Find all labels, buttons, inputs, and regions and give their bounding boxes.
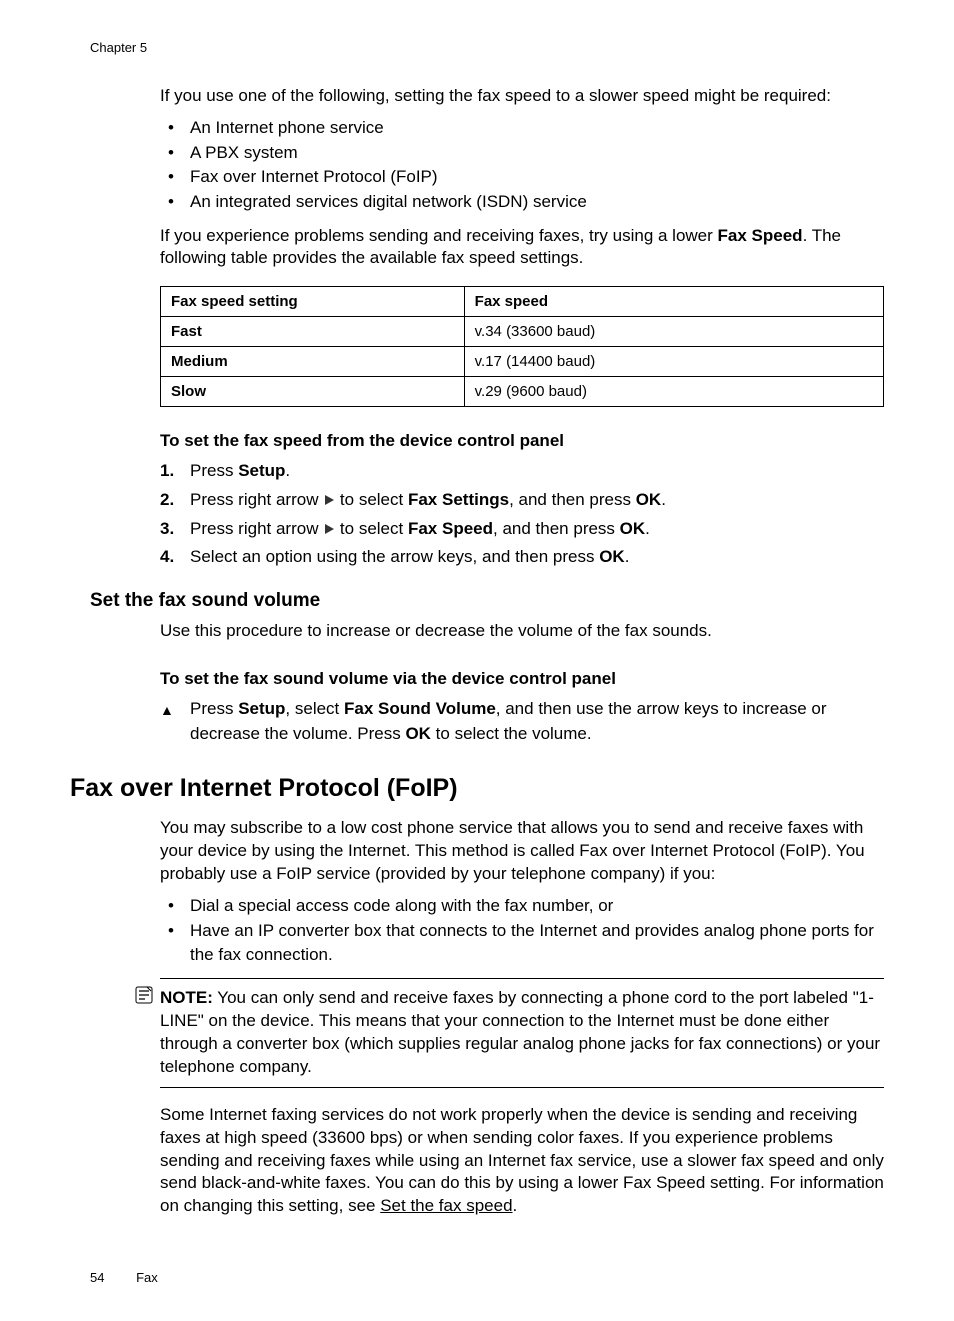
list-item: A PBX system [160,141,884,166]
note-label: NOTE: [160,988,213,1007]
link-set-fax-speed[interactable]: Set the fax speed [380,1196,512,1215]
step-list-2: ▲ Press Setup, select Fax Sound Volume, … [160,697,884,746]
table-row: Slow v.29 (9600 baud) [161,377,884,407]
list-item: Fax over Internet Protocol (FoIP) [160,165,884,190]
page: Chapter 5 If you use one of the followin… [0,0,954,1321]
table-cell: v.29 (9600 baud) [464,377,883,407]
list-item: Dial a special access code along with th… [160,894,884,919]
text: . [645,519,650,538]
text: . [661,490,666,509]
text: . [625,547,630,566]
text: , and then press [493,519,620,538]
step-item: 2. Press right arrow to select Fax Setti… [160,488,884,513]
page-footer: 54 Fax [90,1270,158,1285]
text: Select an option using the arrow keys, a… [190,547,599,566]
table-cell: v.34 (33600 baud) [464,317,883,347]
heading-foip: Fax over Internet Protocol (FoIP) [70,774,884,803]
bold-text: OK [636,490,662,509]
table-cell: Medium [161,347,465,377]
bold-text: OK [620,519,646,538]
bold-text: Fax Speed [718,226,803,245]
list-item: Have an IP converter box that connects t… [160,919,884,968]
bold-text: Fax Speed [408,519,493,538]
text: to select [335,490,408,509]
bold-text: Fax Sound Volume [344,699,496,718]
step-item: 1. Press Setup. [160,459,884,484]
step-item: 4. Select an option using the arrow keys… [160,545,884,570]
text: to select [335,519,408,538]
step-item: ▲ Press Setup, select Fax Sound Volume, … [160,697,884,746]
list-item: An Internet phone service [160,116,884,141]
text: Press [190,699,238,718]
bold-text: Fax Settings [408,490,509,509]
intro-paragraph: If you use one of the following, setting… [160,85,884,108]
bold-text: OK [405,724,431,743]
bold-text: Setup [238,699,285,718]
text: , and then press [509,490,636,509]
heading-sound-volume: Set the fax sound volume [90,590,884,612]
bold-text: OK [599,547,625,566]
step-list-1: 1. Press Setup. 2. Press right arrow to … [160,459,884,570]
triangle-bullet-icon: ▲ [160,700,174,720]
table-cell: Slow [161,377,465,407]
foip-paragraph-1: You may subscribe to a low cost phone se… [160,817,884,886]
sound-intro: Use this procedure to increase or decrea… [160,620,884,643]
text: If you experience problems sending and r… [160,226,718,245]
foip-paragraph-2: Some Internet faxing services do not wor… [160,1104,884,1219]
bullet-list-1: An Internet phone service A PBX system F… [160,116,884,215]
step-number: 3. [160,517,174,542]
chapter-header: Chapter 5 [90,40,884,55]
paragraph-2: If you experience problems sending and r… [160,225,884,271]
note-icon [134,985,154,1010]
text: Press right arrow [190,490,323,509]
text: Some Internet faxing services do not wor… [160,1105,884,1216]
step-item: 3. Press right arrow to select Fax Speed… [160,517,884,542]
table-row: Medium v.17 (14400 baud) [161,347,884,377]
content-area: If you use one of the following, setting… [160,85,884,1218]
text: to select the volume. [431,724,592,743]
note-text: NOTE: You can only send and receive faxe… [160,987,884,1079]
text: , select [285,699,344,718]
text: . [513,1196,518,1215]
text: Press right arrow [190,519,323,538]
bold-text: Setup [238,461,285,480]
procedure-title-1: To set the fax speed from the device con… [160,431,884,451]
table-cell: Fast [161,317,465,347]
section-name: Fax [136,1270,158,1285]
list-item: An integrated services digital network (… [160,190,884,215]
fax-speed-table: Fax speed setting Fax speed Fast v.34 (3… [160,286,884,407]
table-row: Fast v.34 (33600 baud) [161,317,884,347]
page-number: 54 [90,1270,104,1285]
note-box: NOTE: You can only send and receive faxe… [160,978,884,1088]
text: Press [190,461,238,480]
foip-bullet-list: Dial a special access code along with th… [160,894,884,968]
step-number: 1. [160,459,174,484]
table-cell: v.17 (14400 baud) [464,347,883,377]
procedure-title-2: To set the fax sound volume via the devi… [160,669,884,689]
step-number: 2. [160,488,174,513]
right-arrow-icon [323,494,335,506]
text: You can only send and receive faxes by c… [160,988,880,1076]
table-header: Fax speed setting [161,287,465,317]
text: . [285,461,290,480]
right-arrow-icon [323,523,335,535]
step-number: 4. [160,545,174,570]
table-header: Fax speed [464,287,883,317]
